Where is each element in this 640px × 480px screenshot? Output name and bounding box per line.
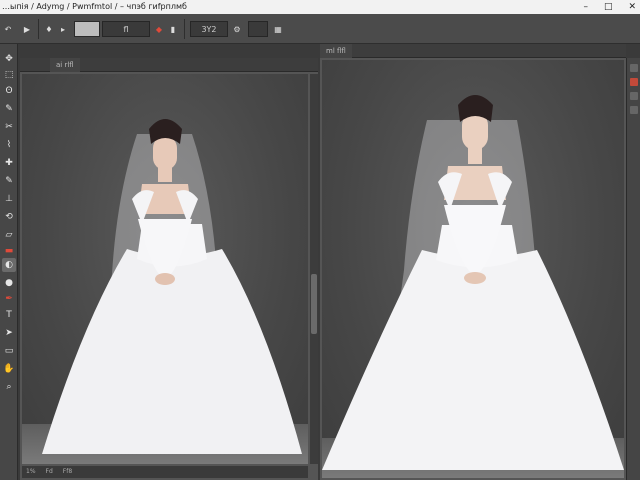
left-status-bar: 1% Fd Ff8 xyxy=(22,466,308,478)
size-field-value: 3Y2 xyxy=(201,24,217,34)
size-field[interactable]: 3Y2 xyxy=(190,21,228,37)
stamp-icon[interactable]: ⊥ xyxy=(2,192,16,206)
dodge-icon[interactable]: ● xyxy=(2,276,16,290)
grid-icon[interactable]: ▦ xyxy=(272,21,284,37)
type-icon[interactable]: T xyxy=(2,308,16,322)
left-document-tab[interactable]: ai rlfl xyxy=(50,58,80,72)
left-status-zoom: 1% xyxy=(26,468,36,475)
left-status-b: Ff8 xyxy=(62,468,73,475)
eyedropper-icon[interactable]: ⌇ xyxy=(2,138,16,152)
maximize-button[interactable]: □ xyxy=(604,0,613,14)
move-icon[interactable]: ✥ xyxy=(2,52,16,66)
options-bar: ↶ ▶ ♦ ▸ fl ◆ ▮ 3Y2 ⚙ ▦ xyxy=(0,14,640,44)
window-controls: – □ ✕ xyxy=(583,0,636,14)
zoom-icon[interactable]: ⌕ xyxy=(2,380,16,394)
right-document-tab[interactable]: ml flfl xyxy=(320,44,352,58)
pen-icon[interactable]: ✒ xyxy=(2,292,16,306)
lock-icon[interactable]: ▮ xyxy=(168,21,178,37)
right-tab-row xyxy=(320,44,626,58)
history-brush-icon[interactable]: ⟲ xyxy=(2,210,16,224)
left-status-a: Fd xyxy=(45,468,53,475)
left-scrollbar-thumb[interactable] xyxy=(311,274,317,334)
quick-select-icon[interactable]: ✎ xyxy=(2,102,16,116)
play-icon[interactable]: ▶ xyxy=(20,21,34,37)
minimize-button[interactable]: – xyxy=(583,0,588,14)
title-bar: …ыпія / Adymg / Pwmfmtol / – чпэб гиfрпл… xyxy=(0,0,640,14)
crop-icon[interactable]: ✂ xyxy=(2,120,16,134)
mode-select-value: fl xyxy=(123,24,129,34)
tools-panel: ✥ ⬚ ʘ ✎ ✂ ⌇ ✚ ✎ ⊥ ⟲ ▱ ▬ ◐ ● ✒ T ➤ ▭ ✋ ⌕ xyxy=(0,44,18,480)
color-swatch-icon[interactable]: ◆ xyxy=(154,21,164,37)
hand-icon[interactable]: ✋ xyxy=(2,362,16,376)
close-button[interactable]: ✕ xyxy=(628,0,636,14)
right-canvas[interactable] xyxy=(322,60,624,478)
panel-layers-icon[interactable] xyxy=(630,64,638,72)
path-select-icon[interactable]: ➤ xyxy=(2,326,16,340)
left-document-window: ai rlfl 1% Fd Ff8 xyxy=(20,58,318,480)
left-canvas[interactable] xyxy=(22,74,308,464)
right-document-window: ml flfl xyxy=(320,44,626,480)
panel-history-icon[interactable] xyxy=(630,92,638,100)
right-panel-strip xyxy=(626,58,640,480)
arrow-icon[interactable]: ▸ xyxy=(58,21,68,37)
bride-photo-left xyxy=(42,119,302,454)
healing-icon[interactable]: ✚ xyxy=(2,156,16,170)
bride-photo-right xyxy=(322,95,624,470)
window-title: …ыпія / Adymg / Pwmfmtol / – чпэб гиfрпл… xyxy=(2,2,187,11)
back-icon[interactable]: ↶ xyxy=(2,21,14,37)
panel-properties-icon[interactable] xyxy=(630,106,638,114)
eraser-icon[interactable]: ▱ xyxy=(2,228,16,242)
mode-select[interactable]: fl xyxy=(102,21,150,37)
blur-icon[interactable]: ◐ xyxy=(2,258,16,272)
marquee-icon[interactable]: ⬚ xyxy=(2,68,16,82)
panel-color-icon[interactable] xyxy=(630,78,638,86)
left-scrollbar[interactable] xyxy=(310,74,318,464)
lasso-icon[interactable]: ʘ xyxy=(2,84,16,98)
shape-icon[interactable]: ▭ xyxy=(2,344,16,358)
gradient-icon[interactable]: ▬ xyxy=(2,244,16,258)
settings-icon[interactable]: ⚙ xyxy=(232,21,242,37)
brush-icon[interactable]: ✎ xyxy=(2,174,16,188)
option-field[interactable] xyxy=(248,21,268,37)
zoom-field[interactable] xyxy=(74,21,100,37)
brush-preset-icon[interactable]: ♦ xyxy=(44,21,54,37)
